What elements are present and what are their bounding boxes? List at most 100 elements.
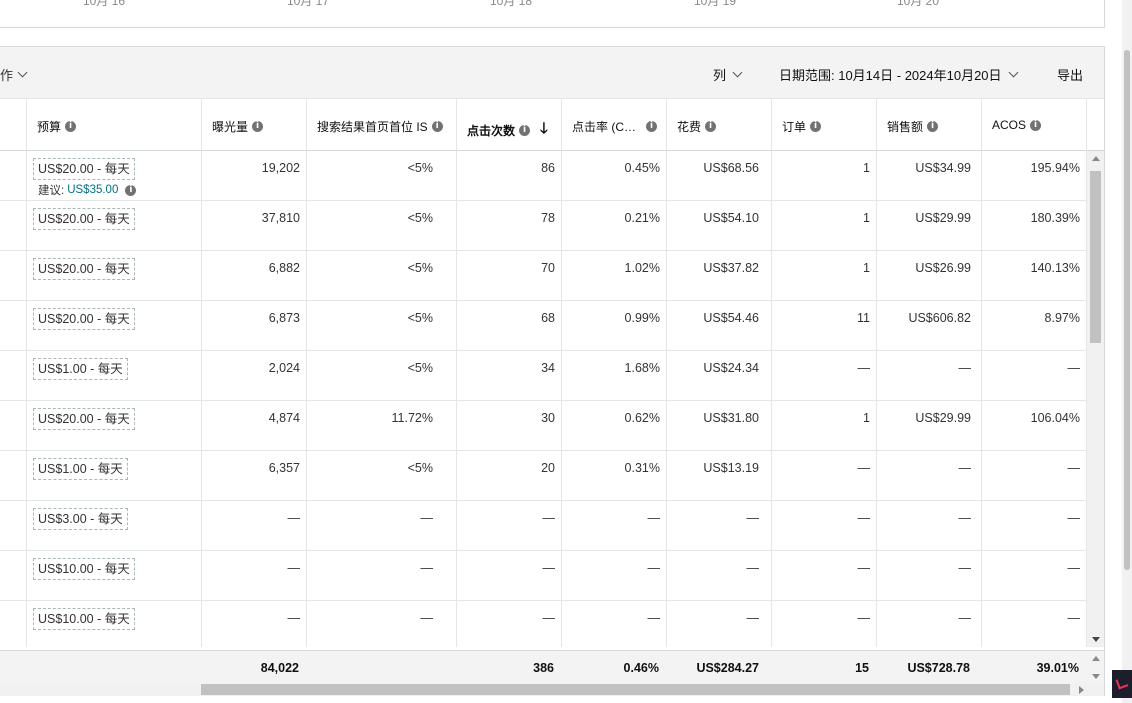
budget-field[interactable]: US$20.00 - 每天 xyxy=(33,308,135,330)
sales-cell: US$29.99 xyxy=(915,211,971,225)
impressions-cell: 6,882 xyxy=(268,261,300,275)
sales-cell: US$606.82 xyxy=(908,311,971,325)
suggestion-value-link[interactable]: US$35.00 xyxy=(67,184,118,196)
orders-cell: — xyxy=(857,511,871,525)
info-icon[interactable]: i xyxy=(252,121,264,132)
extension-logo-icon xyxy=(1115,676,1129,690)
ctr-cell: 0.45% xyxy=(624,161,660,175)
spend-cell: US$13.19 xyxy=(703,461,759,475)
info-icon[interactable]: i xyxy=(646,121,657,132)
info-icon[interactable]: i xyxy=(519,125,531,136)
clicks-cell: — xyxy=(542,511,556,525)
ctr-cell: 0.21% xyxy=(624,211,660,225)
ctr-cell: 1.02% xyxy=(624,261,660,275)
table-scrollbar-thumb[interactable] xyxy=(1090,171,1101,343)
acos-cell: 140.13% xyxy=(1030,261,1080,275)
top-is-cell: <5% xyxy=(407,361,433,375)
suggestion-label: 建议: xyxy=(38,185,65,197)
orders-cell: 1 xyxy=(863,161,870,175)
info-icon[interactable]: i xyxy=(1030,119,1042,131)
orders-cell: 1 xyxy=(863,261,870,275)
budget-field[interactable]: US$10.00 - 每天 xyxy=(33,558,135,580)
footer-scroll-arrows[interactable] xyxy=(1087,651,1104,684)
info-icon[interactable]: i xyxy=(810,121,822,132)
budget-field[interactable]: US$1.00 - 每天 xyxy=(33,358,128,380)
scroll-right-arrow-icon[interactable] xyxy=(1079,686,1084,694)
total-orders: 15 xyxy=(855,661,869,675)
header-orders-label: 订单 xyxy=(782,120,807,134)
table-row: US$20.00 - 每天 6,882 <5% 70 1.02% US$37.82 1 US$… xyxy=(0,251,1087,301)
table-row: US$20.00 - 每天 6,873 <5% 68 0.99% US$54.46 11 US… xyxy=(0,301,1087,351)
top-is-cell: <5% xyxy=(407,211,433,225)
date-range-label: 日期范围: 10月14日 - 2024年10月20日 xyxy=(779,68,1002,83)
impressions-cell: 6,873 xyxy=(268,311,300,325)
budget-field[interactable]: US$20.00 - 每天 xyxy=(33,258,135,280)
top-is-cell: 11.72% xyxy=(391,411,433,425)
scroll-down-arrow-icon[interactable] xyxy=(1092,674,1100,679)
table-header xyxy=(0,99,1104,151)
horizontal-scrollbar-thumb[interactable] xyxy=(201,684,1070,695)
header-acos-label: ACOS xyxy=(992,118,1027,132)
ctr-cell: — xyxy=(647,611,661,625)
impressions-cell: 19,202 xyxy=(261,161,300,175)
spend-cell: — xyxy=(746,611,760,625)
page-scrollbar-thumb[interactable] xyxy=(1124,50,1130,570)
clicks-cell: 70 xyxy=(541,261,555,275)
header-budget-label: 预算 xyxy=(37,120,62,134)
budget-field[interactable]: US$20.00 - 每天 xyxy=(33,158,135,180)
header-sales[interactable]: 销售额 i xyxy=(887,118,939,135)
scroll-up-arrow-icon[interactable] xyxy=(1092,656,1100,661)
sort-descending-icon[interactable]: 🡓 xyxy=(540,118,548,143)
header-impressions-label: 曝光量 xyxy=(212,120,249,134)
top-is-cell: <5% xyxy=(407,461,433,475)
budget-field[interactable]: US$1.00 - 每天 xyxy=(33,458,128,480)
header-spend[interactable]: 花费 i xyxy=(677,118,717,135)
chart-date-label: 10月 18 xyxy=(490,0,533,8)
export-button[interactable]: 导出 xyxy=(1057,65,1083,84)
scroll-up-arrow-icon[interactable] xyxy=(1092,156,1100,161)
bulk-actions-label: 作 xyxy=(0,68,14,83)
totals-row: 84,022 386 0.46% US$284.27 15 US$728.78 … xyxy=(0,650,1104,683)
acos-cell: — xyxy=(1067,461,1081,475)
columns-dropdown[interactable]: 列 xyxy=(713,65,743,84)
info-icon[interactable]: i xyxy=(125,184,137,196)
header-acos[interactable]: ACOS i xyxy=(992,118,1042,132)
header-orders[interactable]: 订单 i xyxy=(782,118,822,135)
table-vertical-scrollbar[interactable] xyxy=(1087,151,1104,647)
budget-field[interactable]: US$20.00 - 每天 xyxy=(33,408,135,430)
impressions-cell: 2,024 xyxy=(268,361,300,375)
scroll-down-arrow-icon[interactable] xyxy=(1092,637,1100,642)
header-top-of-search-is[interactable]: 搜索结果首页首位 IS i xyxy=(317,118,443,135)
table-horizontal-scrollbar[interactable] xyxy=(0,683,1104,696)
floating-extension-icon[interactable] xyxy=(1112,670,1132,698)
table-row: US$20.00 - 每天 建议: US$35.00 i 19,202 <5% 86 0.45… xyxy=(0,151,1087,201)
date-range-picker[interactable]: 日期范围: 10月14日 - 2024年10月20日 xyxy=(779,65,1018,84)
chevron-down-icon xyxy=(17,67,28,78)
impressions-cell: 6,357 xyxy=(268,461,300,475)
total-spend: US$284.27 xyxy=(696,661,759,675)
budget-field[interactable]: US$20.00 - 每天 xyxy=(33,208,135,230)
performance-chart: 10月 16 10月 17 10月 18 10月 19 10月 20 xyxy=(0,0,1105,28)
impressions-cell: — xyxy=(287,611,301,625)
header-clicks-label: 点击次数 xyxy=(467,124,516,138)
spend-cell: US$54.10 xyxy=(703,211,759,225)
ctr-cell: 0.31% xyxy=(624,461,660,475)
top-is-cell: — xyxy=(420,561,434,575)
info-icon[interactable]: i xyxy=(705,121,717,132)
table-row: US$3.00 - 每天 — — — — — — — — xyxy=(0,501,1087,551)
chart-date-label: 10月 17 xyxy=(287,0,330,8)
info-icon[interactable]: i xyxy=(431,121,443,132)
bulk-actions-dropdown[interactable]: 作 xyxy=(0,65,28,84)
budget-field[interactable]: US$3.00 - 每天 xyxy=(33,508,128,530)
header-ctr[interactable]: 点击率 (C… i xyxy=(572,118,657,135)
header-impressions[interactable]: 曝光量 i xyxy=(212,118,264,135)
header-budget[interactable]: 预算 i xyxy=(37,118,77,135)
top-is-cell: <5% xyxy=(407,261,433,275)
header-clicks[interactable]: 点击次数 i 🡓 xyxy=(467,118,548,143)
page-scrollbar[interactable] xyxy=(1122,0,1132,703)
orders-cell: 11 xyxy=(857,311,870,325)
info-icon[interactable]: i xyxy=(927,121,939,132)
info-icon[interactable]: i xyxy=(65,121,77,132)
budget-field[interactable]: US$10.00 - 每天 xyxy=(33,608,135,630)
sales-cell: — xyxy=(958,511,972,525)
